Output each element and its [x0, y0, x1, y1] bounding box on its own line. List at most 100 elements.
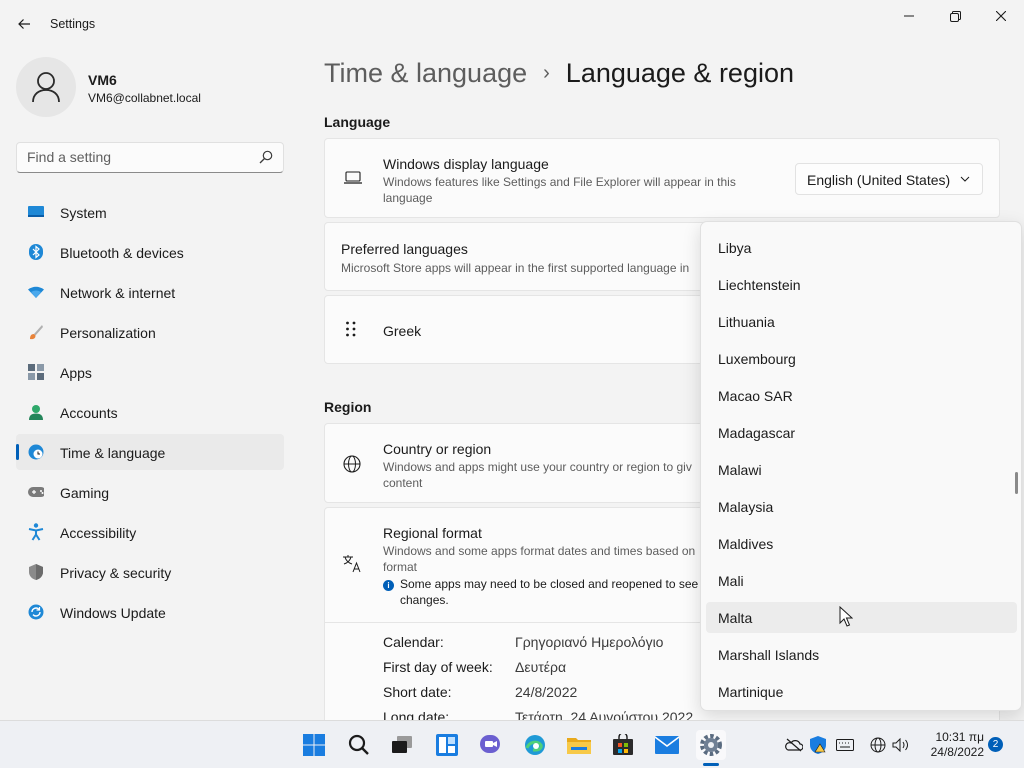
- notification-badge[interactable]: 2: [988, 737, 1003, 752]
- settings-button[interactable]: [696, 730, 726, 760]
- onedrive-icon[interactable]: [785, 736, 803, 754]
- start-button[interactable]: [299, 730, 329, 760]
- sidebar-item-windows-update[interactable]: Windows Update: [16, 594, 284, 630]
- minimize-button[interactable]: [886, 0, 932, 32]
- country-region-description: Windows and apps might use your country …: [383, 460, 692, 490]
- sidebar-item-label: Accessibility: [60, 525, 137, 541]
- volume-icon[interactable]: [892, 736, 910, 754]
- display-language-dropdown[interactable]: English (United States): [795, 163, 983, 195]
- regional-format-description: Windows and some apps format dates and t…: [383, 544, 696, 574]
- language-item-greek: Greek: [383, 323, 422, 339]
- restart-apps-note-text: Some apps may need to be closed and reop…: [400, 577, 699, 607]
- edge-button[interactable]: [520, 730, 550, 760]
- system-clock[interactable]: 10:31 πμ 24/8/2022: [918, 730, 984, 760]
- maximize-button[interactable]: [932, 0, 978, 32]
- file-explorer-button[interactable]: [564, 730, 594, 760]
- security-icon[interactable]: [809, 736, 827, 754]
- mail-icon: [655, 736, 679, 754]
- laptop-icon: [343, 170, 363, 186]
- country-option-label: Malaysia: [718, 499, 774, 515]
- search-box[interactable]: [16, 142, 284, 173]
- country-option-label: Malta: [718, 610, 753, 626]
- widgets-icon: [436, 734, 458, 756]
- language-section-title: Language: [324, 114, 391, 130]
- preferred-languages-description: Microsoft Store apps will appear in the …: [341, 261, 690, 275]
- title-bar: Settings: [0, 0, 1024, 48]
- sidebar-item-label: Accounts: [60, 405, 118, 421]
- globe-icon: [343, 455, 361, 473]
- taskbar-search-button[interactable]: [344, 730, 374, 760]
- sidebar-item-accessibility[interactable]: Accessibility: [16, 514, 284, 550]
- drag-handle-icon[interactable]: [345, 320, 357, 338]
- country-option-label: Liechtenstein: [718, 277, 801, 293]
- info-icon: i: [383, 580, 394, 591]
- widgets-button[interactable]: [432, 730, 462, 760]
- country-option[interactable]: Luxembourg: [706, 343, 1017, 374]
- country-option[interactable]: Libya: [706, 232, 1017, 263]
- user-icon: [32, 72, 60, 103]
- country-option[interactable]: Macao SAR: [706, 380, 1017, 411]
- chat-button[interactable]: [476, 730, 506, 760]
- country-region-title: Country or region: [383, 441, 492, 457]
- close-button[interactable]: [978, 0, 1024, 32]
- search-input[interactable]: [27, 149, 247, 165]
- dropdown-scrollbar[interactable]: [1015, 472, 1018, 494]
- sidebar-item-privacy[interactable]: Privacy & security: [16, 554, 284, 590]
- country-dropdown-list[interactable]: Libya Liechtenstein Lithuania Luxembourg…: [700, 221, 1022, 711]
- country-option-label: Martinique: [718, 684, 784, 700]
- sidebar-item-time-language[interactable]: Time & language: [16, 434, 284, 470]
- minimize-icon: [904, 15, 914, 17]
- accounts-icon: [28, 404, 44, 420]
- network-icon[interactable]: [869, 736, 887, 754]
- country-option-hovered[interactable]: Malta: [706, 602, 1017, 633]
- search-icon: [259, 150, 273, 164]
- sidebar-item-system[interactable]: System: [16, 194, 284, 230]
- breadcrumb-separator: ›: [543, 62, 550, 84]
- sidebar-item-label: Personalization: [60, 325, 156, 341]
- bluetooth-icon: [28, 244, 44, 260]
- language-format-icon: [342, 553, 364, 573]
- close-icon: [996, 11, 1006, 21]
- format-row-value: Δευτέρα: [515, 659, 567, 675]
- country-option[interactable]: Liechtenstein: [706, 269, 1017, 300]
- country-option[interactable]: Martinique: [706, 676, 1017, 707]
- accessibility-icon: [28, 523, 44, 541]
- country-option[interactable]: Malaysia: [706, 491, 1017, 522]
- store-button[interactable]: [608, 730, 638, 760]
- mail-button[interactable]: [652, 730, 682, 760]
- store-icon: [613, 734, 633, 755]
- country-option-label: Lithuania: [718, 314, 775, 330]
- sidebar-item-apps[interactable]: Apps: [16, 354, 284, 390]
- sidebar-item-bluetooth[interactable]: Bluetooth & devices: [16, 234, 284, 270]
- chevron-down-icon: [960, 176, 970, 182]
- keyboard-icon[interactable]: [836, 736, 854, 754]
- chat-icon: [480, 735, 500, 753]
- sidebar-item-accounts[interactable]: Accounts: [16, 394, 284, 430]
- country-option[interactable]: Lithuania: [706, 306, 1017, 337]
- country-option[interactable]: Marshall Islands: [706, 639, 1017, 670]
- country-option[interactable]: Maldives: [706, 528, 1017, 559]
- sidebar-item-label: Bluetooth & devices: [60, 245, 184, 261]
- sidebar-item-gaming[interactable]: Gaming: [16, 474, 284, 510]
- apps-icon: [28, 364, 44, 380]
- sidebar-item-personalization[interactable]: Personalization: [16, 314, 284, 350]
- format-row-value: 24/8/2022: [515, 684, 578, 700]
- user-email: VM6@collabnet.local: [88, 91, 201, 105]
- clock-time: 10:31 πμ: [935, 730, 984, 744]
- app-title: Settings: [50, 17, 96, 31]
- country-option-label: Libya: [718, 240, 752, 256]
- country-option[interactable]: Malawi: [706, 454, 1017, 485]
- page-title: Language & region: [565, 58, 794, 88]
- avatar[interactable]: [16, 57, 76, 117]
- country-option[interactable]: Mali: [706, 565, 1017, 596]
- sidebar-item-network[interactable]: Network & internet: [16, 274, 284, 310]
- search-icon: [348, 734, 369, 755]
- country-option[interactable]: Madagascar: [706, 417, 1017, 448]
- back-button[interactable]: [12, 10, 36, 38]
- breadcrumb-parent[interactable]: Time & language: [324, 58, 527, 89]
- wifi-icon: [28, 284, 44, 300]
- country-option-label: Macao SAR: [718, 388, 793, 404]
- file-explorer-icon: [567, 738, 591, 754]
- display-language-description: Windows features like Settings and File …: [383, 175, 736, 205]
- task-view-button[interactable]: [387, 730, 417, 760]
